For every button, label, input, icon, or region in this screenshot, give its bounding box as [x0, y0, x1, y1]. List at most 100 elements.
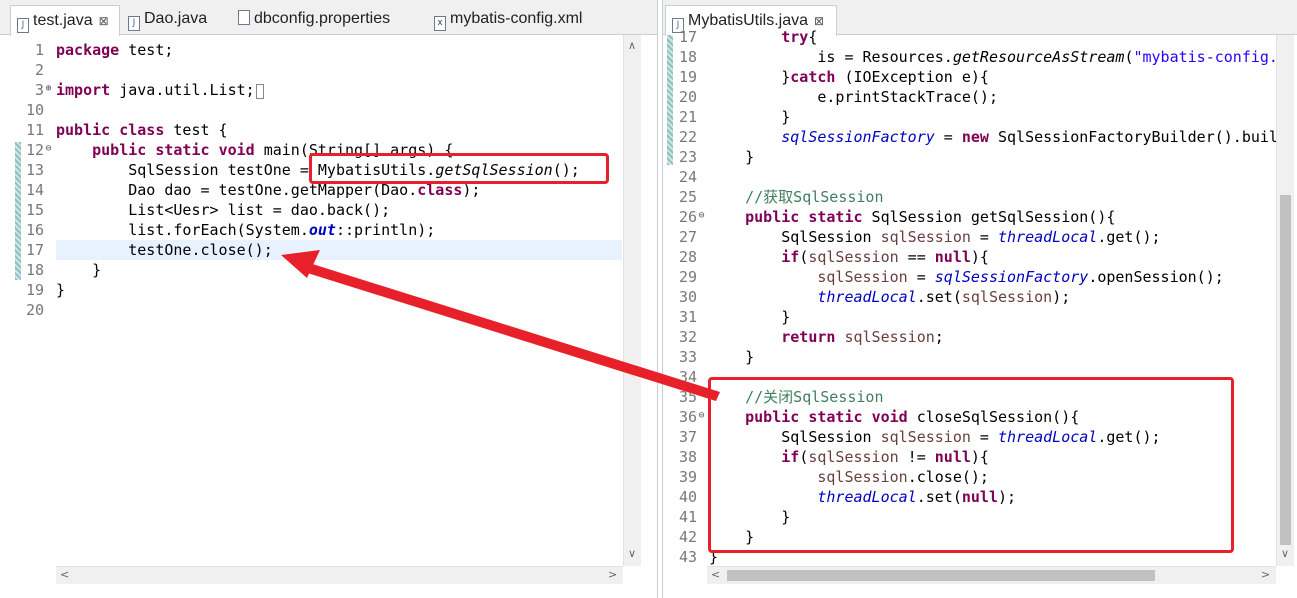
fold-collapse-icon[interactable]: ⊖ — [44, 144, 53, 154]
horizontal-scrollbar[interactable]: < > — [56, 566, 623, 584]
xml-file-icon: x — [434, 16, 446, 31]
scroll-left-icon[interactable]: < — [60, 568, 69, 581]
scroll-right-icon[interactable]: > — [608, 568, 617, 581]
line-number: 30 — [678, 288, 697, 306]
code-line-20: e.printStackTrace(); — [709, 88, 998, 106]
scroll-up-icon[interactable]: ∧ — [628, 39, 636, 52]
scroll-down-icon[interactable]: ∨ — [1281, 547, 1289, 560]
line-number: 36 — [678, 408, 697, 426]
line-number: 22 — [678, 128, 697, 146]
code-line-15: List<Uesr> list = dao.back(); — [56, 201, 391, 219]
tab-label: mybatis-config.xml — [450, 10, 583, 27]
code-line-11: public class test { — [56, 121, 228, 139]
line-number: 11 — [25, 121, 44, 139]
code-line-18: is = Resources.getResourceAsStream("myba… — [709, 48, 1278, 66]
scroll-thumb[interactable] — [727, 570, 1155, 581]
code-line-33: } — [709, 348, 755, 366]
line-number: 25 — [678, 188, 697, 206]
left-editor-pane: Jtest.java ⊠ J Dao.java dbconfig.propertie… — [0, 0, 658, 598]
line-number: 33 — [678, 348, 697, 366]
line-number: 24 — [678, 168, 697, 186]
left-tab-bar: Jtest.java ⊠ J Dao.java dbconfig.propertie… — [0, 0, 657, 36]
line-number: 10 — [25, 101, 44, 119]
line-number: 15 — [25, 201, 44, 219]
line-number: 1 — [34, 41, 44, 59]
code-line-19: }catch (IOException e){ — [709, 68, 989, 86]
line-number: 34 — [678, 368, 697, 386]
tab-mybatis-config-xml[interactable]: x mybatis-config.xml — [428, 6, 582, 32]
code-line-3: import java.util.List; — [56, 80, 265, 100]
scroll-right-icon[interactable]: > — [1261, 568, 1270, 581]
line-number: 26 — [678, 208, 697, 226]
highlight-box-closesqlsession — [708, 377, 1234, 553]
scroll-left-icon[interactable]: < — [711, 568, 720, 581]
fold-collapse-icon[interactable]: ⊖ — [697, 211, 706, 221]
line-number: 16 — [25, 221, 44, 239]
line-number: 40 — [678, 488, 697, 506]
horizontal-scrollbar[interactable]: < > — [707, 566, 1276, 584]
line-number: 37 — [678, 428, 697, 446]
code-line-28: if(sqlSession == null){ — [781, 248, 989, 266]
code-line-26: public static SqlSession getSqlSession()… — [745, 208, 1116, 226]
tab-dbconfig-properties[interactable]: dbconfig.properties — [232, 6, 390, 32]
code-line-17: testOne.close(); — [56, 241, 273, 259]
code-line-18: } — [56, 261, 102, 279]
line-number: 32 — [678, 328, 697, 346]
line-number: 18 — [25, 261, 44, 279]
code-line-27: SqlSession sqlSession = threadLocal.get(… — [709, 228, 1161, 246]
tab-label: dbconfig.properties — [254, 10, 391, 27]
vertical-scrollbar[interactable]: ∧ ∨ — [623, 35, 641, 566]
java-file-icon: J — [128, 16, 140, 31]
line-number: 28 — [678, 248, 697, 266]
line-number: 2 — [34, 61, 44, 79]
line-number: 13 — [25, 161, 44, 179]
code-line-31: } — [709, 308, 791, 326]
line-number: 19 — [678, 68, 697, 86]
scroll-down-icon[interactable]: ∨ — [628, 547, 636, 560]
code-line-1: package test; — [56, 41, 174, 59]
line-number: 20 — [25, 301, 44, 319]
line-number: 42 — [678, 528, 697, 546]
scroll-thumb[interactable] — [1280, 195, 1291, 545]
tab-label: test.java — [33, 12, 93, 29]
close-tab-icon[interactable]: ⊠ — [814, 14, 824, 28]
fold-expand-icon[interactable]: ⊕ — [44, 84, 53, 94]
line-number: 17 — [25, 241, 44, 259]
tab-dao-java[interactable]: J Dao.java — [122, 6, 207, 32]
close-tab-icon[interactable]: ⊠ — [99, 14, 109, 28]
highlight-box-getsqlsession — [309, 153, 609, 184]
tab-test-java[interactable]: Jtest.java ⊠ — [10, 5, 120, 36]
line-number: 20 — [678, 88, 697, 106]
line-number: 17 — [678, 28, 697, 46]
code-line-23: } — [709, 148, 755, 166]
line-number: 12 — [25, 141, 44, 159]
line-number: 23 — [678, 148, 697, 166]
code-line-16: list.forEach(System.out::println); — [56, 221, 436, 239]
line-number: 39 — [678, 468, 697, 486]
line-number: 27 — [678, 228, 697, 246]
left-editor[interactable]: 1 2 3 10 11 12 13 14 15 16 17 18 19 20 ⊕… — [0, 35, 657, 598]
line-number: 31 — [678, 308, 697, 326]
line-number: 35 — [678, 388, 697, 406]
line-number: 29 — [678, 268, 697, 286]
line-number: 43 — [678, 548, 697, 566]
line-number: 3 — [34, 81, 44, 99]
code-line-30: threadLocal.set(sqlSession); — [817, 288, 1071, 306]
properties-file-icon — [238, 10, 250, 25]
line-number: 18 — [678, 48, 697, 66]
tab-label: Dao.java — [144, 10, 208, 27]
code-line-25: //获取SqlSession — [709, 188, 884, 206]
line-number: 19 — [25, 281, 44, 299]
code-line-17: try{ — [781, 28, 818, 46]
line-number: 21 — [678, 108, 697, 126]
line-number: 38 — [678, 448, 697, 466]
code-line-32: return sqlSession; — [781, 328, 944, 346]
code-line-21: } — [709, 108, 791, 126]
vertical-scrollbar[interactable]: ∨ — [1276, 35, 1294, 566]
code-line-22: sqlSessionFactory = new SqlSessionFactor… — [781, 128, 1278, 146]
java-file-icon: J — [17, 18, 29, 33]
line-number: 14 — [25, 181, 44, 199]
fold-collapse-icon[interactable]: ⊖ — [697, 411, 706, 421]
code-line-29: sqlSession = sqlSessionFactory.openSessi… — [817, 268, 1224, 286]
code-line-19: } — [56, 281, 66, 299]
